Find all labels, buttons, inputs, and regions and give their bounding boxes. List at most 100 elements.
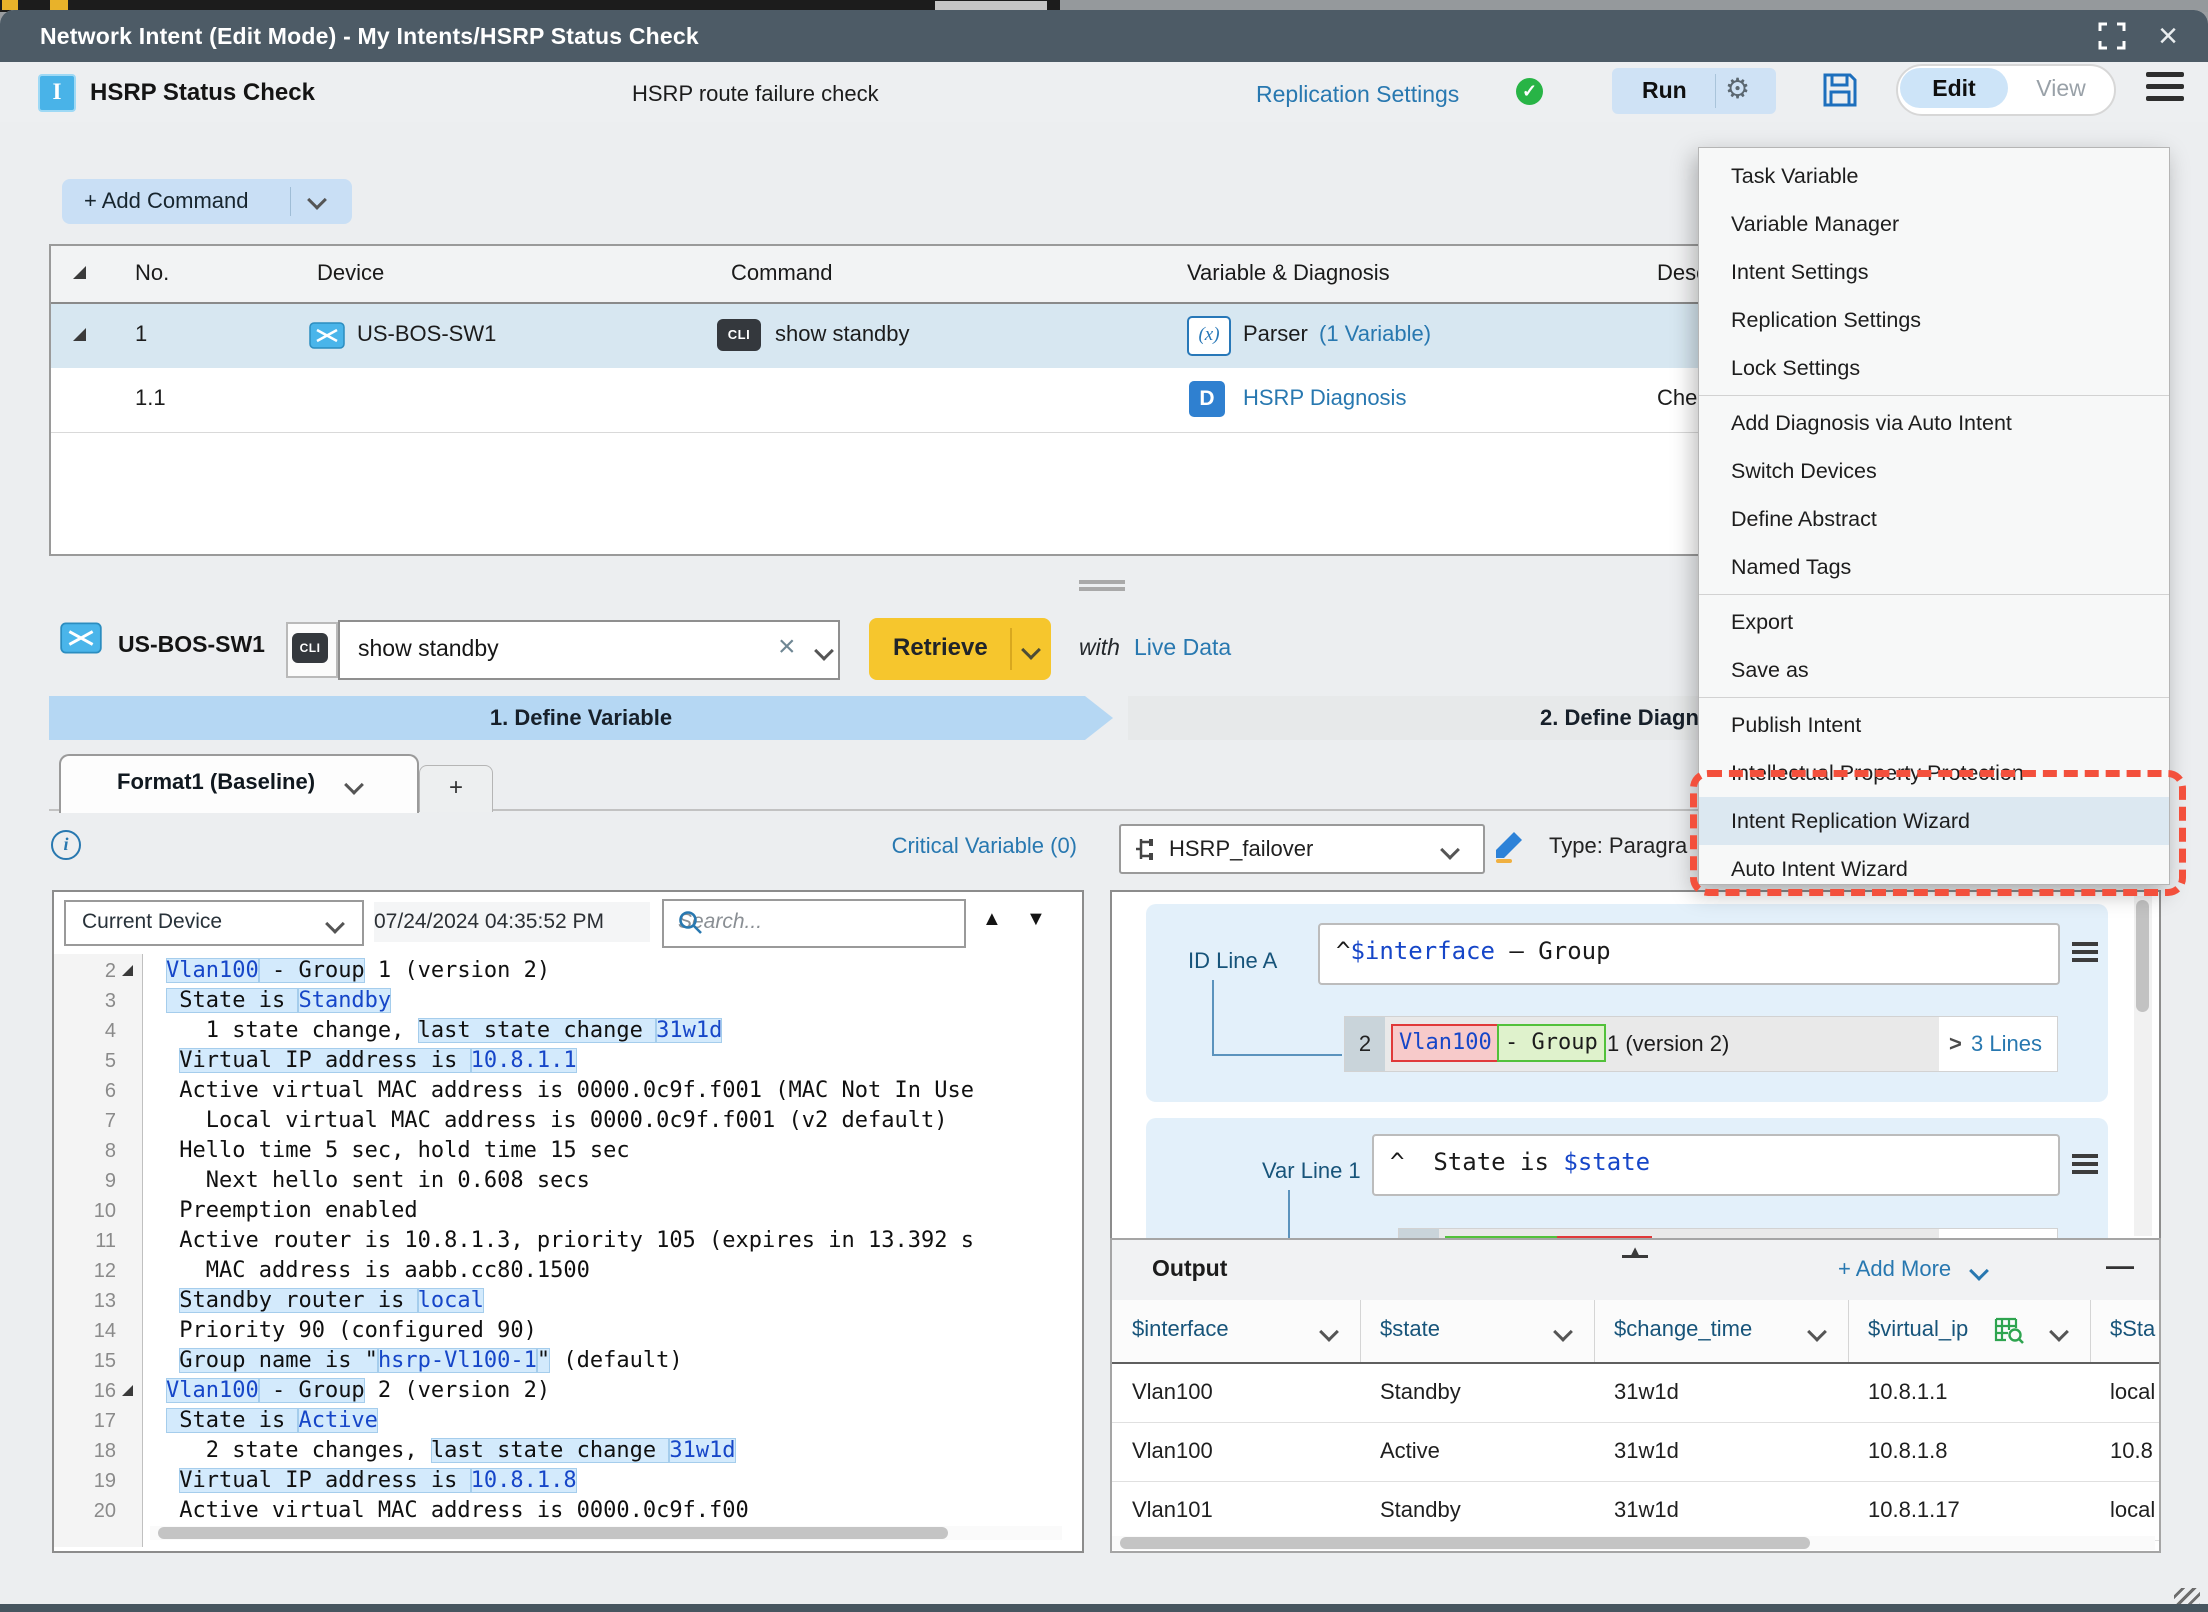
output-column-sta[interactable]: $Sta: [2090, 1300, 2155, 1362]
var-line-pattern-input[interactable]: ^ State is $state: [1372, 1134, 2060, 1196]
expand-all-triangle-icon[interactable]: [73, 266, 86, 279]
horizontal-scrollbar[interactable]: [1112, 1536, 2155, 1550]
edit-tab[interactable]: Edit: [1900, 68, 2008, 108]
chevron-down-icon[interactable]: [1440, 840, 1460, 860]
command-input[interactable]: show standby ×: [338, 620, 840, 680]
cli-type-button[interactable]: CLI: [286, 622, 338, 678]
menu-item-replication-settings[interactable]: Replication Settings: [1699, 296, 2169, 344]
output-cell: Standby: [1380, 1497, 1461, 1523]
menu-item-publish-intent[interactable]: Publish Intent: [1699, 701, 2169, 749]
tab-format1-baseline[interactable]: Format1 (Baseline): [59, 754, 419, 813]
menu-item-lock-settings[interactable]: Lock Settings: [1699, 344, 2169, 392]
menu-item-task-variable[interactable]: Task Variable: [1699, 152, 2169, 200]
intent-description: HSRP route failure check: [632, 81, 879, 107]
clear-icon[interactable]: ×: [778, 630, 796, 664]
output-column-change-time[interactable]: $change_time: [1594, 1300, 1849, 1362]
red-dashed-highlight: [1690, 770, 2186, 896]
menu-item-intent-settings[interactable]: Intent Settings: [1699, 248, 2169, 296]
horizontal-scrollbar[interactable]: [150, 1526, 1062, 1540]
horizontal-splitter-handle[interactable]: [1079, 580, 1125, 591]
chevron-down-icon[interactable]: [1969, 1261, 1989, 1281]
chevron-down-icon[interactable]: [1553, 1322, 1573, 1342]
menu-item-export[interactable]: Export: [1699, 598, 2169, 646]
view-tab[interactable]: View: [2016, 68, 2106, 108]
run-button[interactable]: Run ⚙: [1612, 68, 1776, 114]
search-icon[interactable]: [678, 910, 704, 936]
add-more-link[interactable]: + Add More: [1838, 1256, 1951, 1282]
row-no: 1.1: [135, 385, 166, 411]
diagnosis-link[interactable]: HSRP Diagnosis: [1243, 385, 1406, 411]
parser-variable-count[interactable]: (1 Variable): [1319, 321, 1431, 347]
output-column-state[interactable]: $state: [1360, 1300, 1595, 1362]
chevron-down-icon[interactable]: [814, 641, 834, 661]
device-name: US-BOS-SW1: [357, 321, 496, 347]
maximize-icon[interactable]: [2098, 22, 2126, 50]
output-table-row[interactable]: Vlan100Active31w1d10.8.1.810.8: [1112, 1423, 2159, 1482]
chevron-down-icon[interactable]: [307, 190, 327, 210]
menu-item-switch-devices[interactable]: Switch Devices: [1699, 447, 2169, 495]
sample-device-select[interactable]: Current Device: [64, 900, 364, 946]
line-number: 3: [54, 986, 116, 1016]
chevron-down-icon[interactable]: [2049, 1322, 2069, 1342]
menu-item-save-as[interactable]: Save as: [1699, 646, 2169, 694]
row-no: 1: [135, 321, 147, 347]
line-number: 6: [54, 1076, 116, 1106]
find-next-icon[interactable]: ▼: [1026, 908, 1046, 931]
collapse-triangle-icon[interactable]: [122, 1385, 133, 1396]
expand-row-triangle-icon[interactable]: [73, 328, 86, 341]
title-bar: Network Intent (Edit Mode) - My Intents/…: [0, 10, 2208, 62]
chevron-down-icon[interactable]: [325, 914, 345, 934]
menu-lines-icon[interactable]: [2072, 1154, 2098, 1174]
replication-settings-link[interactable]: Replication Settings: [1256, 81, 1459, 108]
add-command-button[interactable]: + Add Command: [62, 179, 352, 224]
output-table-row[interactable]: Vlan100Standby31w1d10.8.1.1local: [1112, 1364, 2159, 1423]
vertical-scrollbar[interactable]: [2134, 896, 2152, 1236]
collapse-panel-icon[interactable]: ▲: [1620, 1242, 1650, 1264]
output-column-interface[interactable]: $interface: [1112, 1300, 1361, 1362]
collapse-triangle-icon[interactable]: [122, 965, 133, 976]
table-search-icon[interactable]: [1994, 1316, 2024, 1349]
edit-pencil-icon[interactable]: [1492, 828, 1526, 864]
column-no: No.: [135, 260, 169, 286]
search-input[interactable]: Search...: [662, 899, 966, 948]
find-previous-icon[interactable]: ▲: [982, 908, 1002, 931]
step-define-variable[interactable]: 1. Define Variable: [49, 696, 1113, 740]
expand-lines-link[interactable]: > 3 Lines: [1939, 1017, 2057, 1071]
menu-item-define-abstract[interactable]: Define Abstract: [1699, 495, 2169, 543]
matched-variable-value: Vlan100: [1391, 1024, 1500, 1062]
code-line: 20 Active virtual MAC address is 0000.0c…: [54, 1496, 1078, 1526]
sample-code-area[interactable]: 2Vlan100 - Group 1 (version 2)3 State is…: [54, 954, 1078, 1547]
id-line-match-row[interactable]: 2 Vlan100 - Group 1 (version 2) > 3 Line…: [1344, 1016, 2058, 1072]
chevron-down-icon[interactable]: [1319, 1322, 1339, 1342]
menu-item-variable-manager[interactable]: Variable Manager: [1699, 200, 2169, 248]
line-number: 11: [54, 1226, 116, 1256]
chevron-down-icon[interactable]: [1021, 640, 1041, 660]
output-table-header: $interface $state $change_time $virtual_…: [1112, 1300, 2159, 1364]
connector-line: [1212, 980, 1342, 1056]
critical-variable-link[interactable]: Critical Variable (0): [877, 833, 1077, 859]
save-icon[interactable]: [1820, 70, 1860, 110]
add-format-tab[interactable]: +: [419, 765, 493, 812]
menu-item-add-diagnosis-via-auto-intent[interactable]: Add Diagnosis via Auto Intent: [1699, 399, 2169, 447]
parser-name-select[interactable]: HSRP_failover: [1119, 824, 1485, 874]
code-line: 9 Next hello sent in 0.608 secs: [54, 1166, 1078, 1196]
retrieve-button[interactable]: Retrieve: [869, 618, 1051, 680]
id-line-pattern-input[interactable]: ^$interface – Group: [1318, 923, 2060, 985]
chevron-down-icon[interactable]: [344, 775, 364, 795]
output-table-row[interactable]: Vlan101Standby31w1d10.8.1.17local: [1112, 1482, 2159, 1541]
live-data-link[interactable]: Live Data: [1134, 634, 1231, 661]
output-cell: 31w1d: [1614, 1497, 1679, 1523]
run-settings-gear-icon[interactable]: ⚙: [1725, 72, 1750, 105]
close-icon[interactable]: ×: [2150, 16, 2186, 56]
info-icon[interactable]: i: [51, 830, 81, 860]
chevron-down-icon[interactable]: [1807, 1322, 1827, 1342]
parser-label[interactable]: Parser: [1243, 321, 1308, 347]
minimize-icon[interactable]: —: [2106, 1250, 2134, 1282]
line-number: 15: [54, 1346, 116, 1376]
hamburger-menu-icon[interactable]: [2146, 72, 2184, 104]
output-header: Output ▲ + Add More —: [1112, 1240, 2159, 1301]
switch-device-icon: [309, 322, 345, 349]
menu-item-named-tags[interactable]: Named Tags: [1699, 543, 2169, 591]
menu-lines-icon[interactable]: [2072, 942, 2098, 962]
output-column-virtual-ip[interactable]: $virtual_ip: [1848, 1300, 2091, 1362]
